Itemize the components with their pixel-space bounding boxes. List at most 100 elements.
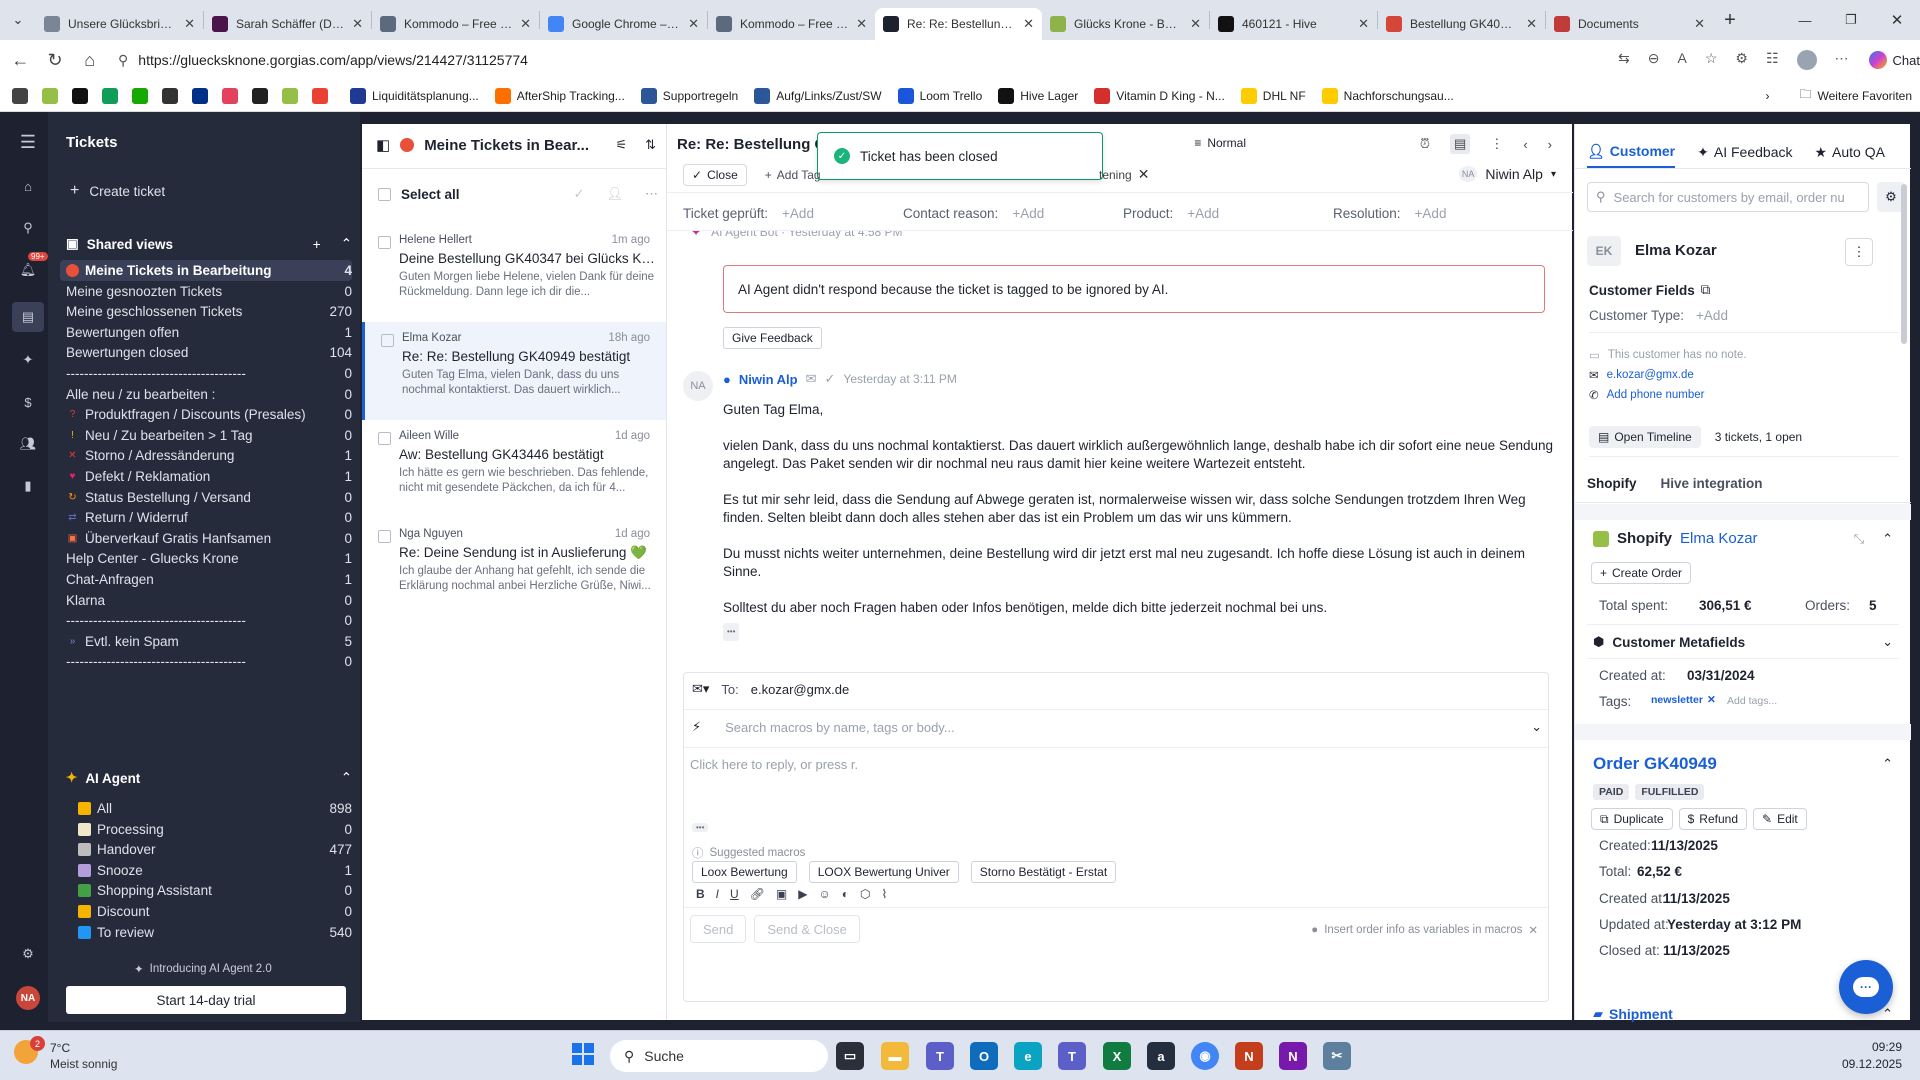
excel-icon[interactable]: X (1103, 1042, 1131, 1070)
profile-avatar[interactable] (1796, 50, 1817, 70)
sidebar-tab[interactable]: 👤︎ Customer (1587, 136, 1676, 168)
onenote-icon[interactable]: N (1279, 1042, 1307, 1070)
more-menu-icon[interactable]: ⋯ (1835, 50, 1849, 70)
next-ticket-icon[interactable]: › (1548, 137, 1552, 152)
tab-close-icon[interactable]: ✕ (1526, 16, 1537, 32)
add-view-icon[interactable]: + (313, 237, 321, 252)
gmail-bookmark-icon[interactable] (312, 87, 328, 104)
customer-search-input[interactable]: ⚲ Search for customers by email, order n… (1587, 182, 1869, 212)
revenue-nav-icon[interactable]: $ (16, 390, 40, 414)
image-icon[interactable]: ▣ (776, 887, 787, 901)
translate-icon[interactable]: ⇆ (1618, 50, 1630, 70)
toggle-sidebar-icon[interactable]: ◧ (376, 136, 390, 154)
ticket-list-item[interactable]: Aileen Wille 1d ago Aw: Bestellung GK43446… (362, 420, 666, 512)
snooze-icon[interactable]: ⏰︎ (1420, 136, 1430, 152)
view-item[interactable]: ▣ Überverkauf Gratis Hanfsamen 0 (66, 528, 352, 549)
openai-bookmark-icon[interactable] (162, 87, 178, 104)
select-all-checkbox[interactable] (378, 187, 391, 201)
collections-icon[interactable]: ☷ (1766, 50, 1779, 70)
view-item[interactable]: ⇄ Return / Widerruf 0 (66, 507, 352, 528)
view-item[interactable]: Help Center - Gluecks Krone 1 (66, 548, 352, 569)
view-item[interactable]: Meine gesnoozten Tickets 0 (66, 281, 352, 302)
chat-launcher-button[interactable]: ··· (1839, 960, 1893, 1014)
sidebar-tab[interactable]: ★ Auto QA (1814, 136, 1884, 168)
signature-toggle[interactable]: ••• (692, 823, 709, 832)
integration-tab[interactable]: Shopify (1587, 476, 1637, 491)
open-timeline-button[interactable]: ▤ Open Timeline (1589, 426, 1701, 448)
stats-nav-icon[interactable]: ▮ (16, 474, 40, 498)
teams-work-icon[interactable]: T (1058, 1042, 1086, 1070)
view-item[interactable]: Bewertungen closed 104 (66, 342, 352, 363)
site-info-icon[interactable]: ⚲ (118, 52, 128, 69)
ai-view-item[interactable]: Snooze 1 (78, 860, 352, 881)
field-add[interactable]: +Add (1012, 206, 1044, 221)
zoom-icon[interactable]: ⊖ (1648, 50, 1660, 70)
tab-close-icon[interactable]: ✕ (520, 16, 531, 32)
powerpoint-icon[interactable]: N (1235, 1042, 1263, 1070)
view-item[interactable]: ✕ Storno / Adressänderung 1 (66, 445, 352, 466)
send-close-button[interactable]: Send & Close (754, 915, 860, 943)
bookmark-link[interactable]: AfterShip Tracking... (487, 87, 633, 104)
link-icon[interactable]: 🔗︎ (750, 887, 765, 901)
customers-nav-icon[interactable]: 👥︎ (16, 432, 40, 456)
integration-tab[interactable]: Hive integration (1661, 476, 1763, 491)
channel-email-icon[interactable]: ✉▾ (692, 681, 709, 697)
emoji-icon[interactable]: ☺ (819, 887, 831, 901)
tiktok-bookmark-icon[interactable] (72, 87, 88, 104)
order-title-link[interactable]: Order GK40949 (1593, 754, 1882, 774)
new-tab-icon[interactable]: + (1713, 9, 1747, 32)
upwork-bookmark-icon[interactable] (132, 87, 148, 104)
bookmark-app-icon[interactable] (12, 87, 28, 104)
dismiss-hint-icon[interactable]: ✕ (1528, 923, 1538, 937)
browser-tab[interactable]: Google Chrome – de ✕ (540, 8, 707, 40)
view-item[interactable]: ♥ Defekt / Reklamation 1 (66, 466, 352, 487)
bookmark-link[interactable]: Vitamin D King - N... (1086, 87, 1232, 104)
bookmarks-overflow-icon[interactable]: › (1766, 89, 1770, 103)
extensions-icon[interactable]: ⚙ (1735, 50, 1748, 70)
order-action-button[interactable]: ⧉ Duplicate (1591, 808, 1673, 830)
task-view-icon[interactable]: ▭ (836, 1042, 864, 1070)
view-item[interactable]: ----------------------------------------… (66, 363, 352, 384)
bold-icon[interactable]: B (696, 887, 705, 901)
tab-close-icon[interactable]: ✕ (352, 16, 363, 32)
view-item[interactable]: Klarna 0 (66, 590, 352, 611)
url-field[interactable]: ⚲ https://gluecksknone.gorgias.com/app/v… (118, 45, 1558, 75)
bookmark-link[interactable]: Loom Trello (890, 87, 991, 104)
slack-bookmark-icon[interactable] (222, 87, 238, 104)
customer-email[interactable]: e.kozar@gmx.de (1607, 369, 1694, 381)
notion-bookmark-icon[interactable] (252, 87, 268, 104)
discount-icon[interactable]: ◐ (842, 887, 849, 901)
quoted-text-toggle[interactable]: ••• (723, 623, 740, 641)
add-customer-tags[interactable]: Add tags... (1727, 695, 1777, 707)
bookmark-link[interactable]: Liquiditätsplanung... (342, 87, 487, 104)
tab-close-icon[interactable]: ✕ (184, 16, 195, 32)
assign-icon[interactable]: 👤︎ (606, 186, 623, 202)
browser-tab[interactable]: Sarah Schäffer (DM) ✕ (204, 8, 371, 40)
bookmark-link[interactable]: Hive Lager (990, 87, 1086, 104)
tab-close-icon[interactable]: ✕ (1190, 16, 1201, 32)
read-aloud-icon[interactable]: A (1677, 50, 1686, 70)
product-icon[interactable]: ⬡ (860, 887, 870, 901)
amazon-icon[interactable]: a (1147, 1042, 1175, 1070)
add-phone-link[interactable]: Add phone number (1607, 389, 1705, 401)
taskbar-search[interactable]: ⚲ Suche (610, 1040, 828, 1072)
view-item[interactable]: ↻ Status Bestellung / Versand 0 (66, 487, 352, 508)
tab-close-icon[interactable]: ✕ (1023, 16, 1034, 32)
browser-tab[interactable]: Kommodo – Free Sc ✕ (372, 8, 539, 40)
macro-search[interactable]: ⚡︎ Search macros by name, tags or body..… (692, 719, 1542, 735)
copilot-chat-button[interactable]: Chat (1868, 51, 1920, 69)
paypal-bookmark-icon[interactable] (192, 87, 208, 104)
field-add[interactable]: +Add (1415, 206, 1447, 221)
priority-selector[interactable]: ≡ Normal (1194, 136, 1246, 150)
sidebar-scrollbar[interactable] (1901, 184, 1907, 344)
minimize-icon[interactable]: — (1782, 13, 1828, 28)
maximize-icon[interactable]: ❐ (1828, 12, 1874, 28)
teams-icon[interactable]: T (926, 1042, 954, 1070)
settings-icon[interactable]: ⚙ (16, 942, 40, 966)
collapse-arrows-icon[interactable]: ⤡ (1854, 531, 1864, 547)
ticket-checkbox[interactable] (378, 530, 391, 543)
start-button[interactable] (572, 1043, 594, 1065)
ai-nav-icon[interactable]: ✦ (16, 348, 40, 372)
browser-tab[interactable]: 460121 - Hive ✕ (1210, 8, 1377, 40)
metafields-toggle[interactable]: ⬢ Customer Metafields ⌄ (1593, 634, 1893, 650)
